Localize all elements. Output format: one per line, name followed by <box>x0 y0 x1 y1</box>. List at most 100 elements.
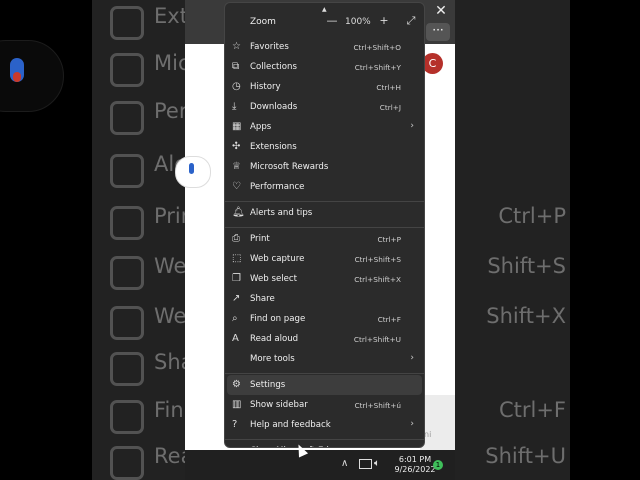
menu-item-label: Find on page <box>250 314 306 324</box>
chevron-right-icon: › <box>410 419 414 429</box>
menu-item-web-capture[interactable]: ⬚ Web capture Ctrl+Shift+S <box>227 249 422 269</box>
menu-item-help-and-feedback[interactable]: ? Help and feedback › <box>227 415 422 435</box>
history-icon: ◷ <box>232 81 241 92</box>
bell-icon: 🔔︎ <box>232 207 245 218</box>
web-capture-icon: ⬚ <box>232 253 242 264</box>
background-row-icon <box>110 352 144 386</box>
settings-and-more-button[interactable]: ··· <box>426 23 450 41</box>
extensions-icon: ✣ <box>232 141 241 152</box>
menu-item-print[interactable]: ⎙ Print Ctrl+P <box>227 229 422 249</box>
zoom-label: Zoom <box>250 17 276 27</box>
background-row-icon <box>110 446 144 480</box>
background-row-icon <box>110 400 144 434</box>
menu-item-history[interactable]: ◷ History Ctrl+H <box>227 77 422 97</box>
sidebar-icon: ▥ <box>232 399 242 410</box>
menu-item-label: Help and feedback <box>250 420 331 430</box>
menu-item-web-select[interactable]: ❐ Web select Ctrl+Shift+X <box>227 269 422 289</box>
menu-item-shortcut: Ctrl+Shift+S <box>354 255 401 264</box>
menu-separator <box>225 439 424 440</box>
background-row-icon <box>110 6 144 40</box>
menu-item-label: Extensions <box>250 142 297 152</box>
menu-item-shortcut: Ctrl+Shift+ú <box>354 401 401 410</box>
background-row-shortcut: Shift+S <box>487 254 566 278</box>
menu-item-label: Performance <box>250 182 305 192</box>
menu-item-label: More tools <box>250 354 295 364</box>
menu-item-settings[interactable]: ⚙ Settings <box>227 375 422 395</box>
chevron-up-icon[interactable]: ∧ <box>341 458 348 469</box>
zoom-in-button[interactable]: + <box>376 13 392 29</box>
menu-item-label: Settings <box>250 380 286 390</box>
background-row-label: We <box>154 254 187 278</box>
background-row-icon <box>110 53 144 87</box>
menu-item-label: Web select <box>250 274 298 284</box>
zoom-row: Zoom — 100% + ⤢ <box>225 3 424 33</box>
menu-item-find-on-page[interactable]: ⌕ Find on page Ctrl+F <box>227 309 422 329</box>
right-black-area <box>570 0 640 480</box>
menu-item-label: Collections <box>250 62 297 72</box>
background-row-label: Fin <box>154 398 184 422</box>
menu-item-label: Microsoft Rewards <box>250 162 329 172</box>
search-microphone-icon[interactable] <box>189 163 194 174</box>
menu-item-downloads[interactable]: ⤓ Downloads Ctrl+J <box>227 97 422 117</box>
menu-item-label: Alerts and tips <box>250 208 313 218</box>
left-black-area <box>0 0 92 480</box>
apps-icon: ▦ <box>232 121 242 132</box>
collections-icon: ⧉ <box>232 61 240 72</box>
menu-item-performance[interactable]: ♡ Performance <box>227 177 422 197</box>
network-icon[interactable] <box>359 459 372 469</box>
profile-avatar[interactable]: C <box>422 53 443 74</box>
menu-item-label: Apps <box>250 122 272 132</box>
page-footer-band <box>420 395 455 450</box>
menu-item-shortcut: Ctrl+Shift+U <box>353 335 401 344</box>
menu-item-shortcut: Ctrl+Shift+Y <box>354 63 401 72</box>
menu-item-share[interactable]: ↗ Share <box>227 289 422 309</box>
background-row-shortcut: Shift+X <box>486 304 566 328</box>
menu-item-label: Share <box>250 294 275 304</box>
menu-item-label: History <box>250 82 281 92</box>
background-row-icon <box>110 306 144 340</box>
menu-item-shortcut: Ctrl+J <box>379 103 401 112</box>
web-select-icon: ❐ <box>232 273 241 284</box>
background-row-icon <box>110 256 144 290</box>
menu-separator <box>225 201 424 202</box>
menu-item-label: Favorites <box>250 42 289 52</box>
menu-item-more-tools[interactable]: More tools › <box>227 349 422 369</box>
gear-icon: ⚙ <box>232 379 241 390</box>
menu-item-apps[interactable]: ▦ Apps › <box>227 117 422 137</box>
chevron-right-icon: › <box>410 121 414 131</box>
menu-item-alerts-and-tips[interactable]: 🔔︎ Alerts and tips <box>227 203 422 223</box>
menu-item-read-aloud[interactable]: A Read aloud Ctrl+Shift+U <box>227 329 422 349</box>
performance-icon: ♡ <box>232 181 241 192</box>
background-row-icon <box>110 101 144 135</box>
chevron-right-icon: › <box>410 353 414 363</box>
menu-item-collections[interactable]: ⧉ Collections Ctrl+Shift+Y <box>227 57 422 77</box>
menu-item-shortcut: Ctrl+Shift+X <box>354 275 401 284</box>
zoom-out-button[interactable]: — <box>324 13 340 29</box>
read-aloud-icon: A <box>232 333 239 344</box>
menu-separator <box>225 227 424 228</box>
notification-badge[interactable]: 1 <box>433 460 443 470</box>
fullscreen-icon[interactable]: ⤢ <box>403 13 419 29</box>
background-row-shortcut: Ctrl+F <box>498 398 566 422</box>
find-icon: ⌕ <box>232 313 238 324</box>
menu-item-show-sidebar[interactable]: ▥ Show sidebar Ctrl+Shift+ú <box>227 395 422 415</box>
background-row-label: Per <box>154 99 188 123</box>
background-row-shortcut: Ctrl+P <box>498 204 566 228</box>
background-row-label: We <box>154 304 187 328</box>
menu-item-label: Downloads <box>250 102 298 112</box>
menu-item-close-microsoft-edge[interactable]: Close Microsoft Edge <box>227 441 422 447</box>
menu-item-microsoft-rewards[interactable]: ♕ Microsoft Rewards <box>227 157 422 177</box>
print-icon: ⎙ <box>232 233 240 244</box>
menu-item-favorites[interactable]: ☆ Favorites Ctrl+Shift+O <box>227 37 422 57</box>
page-footer-text: ni <box>424 430 432 439</box>
download-icon: ⤓ <box>232 101 237 112</box>
rewards-icon: ♕ <box>232 161 241 172</box>
close-window-button[interactable]: ✕ <box>430 2 452 20</box>
zoom-level: 100% <box>345 17 371 27</box>
background-row-icon <box>110 154 144 188</box>
menu-item-shortcut: Ctrl+F <box>377 315 401 324</box>
menu-item-extensions[interactable]: ✣ Extensions <box>227 137 422 157</box>
volume-icon[interactable]: 🔈︎ <box>374 458 380 469</box>
menu-item-shortcut: Ctrl+H <box>376 83 401 92</box>
favorites-icon: ☆ <box>232 41 241 52</box>
